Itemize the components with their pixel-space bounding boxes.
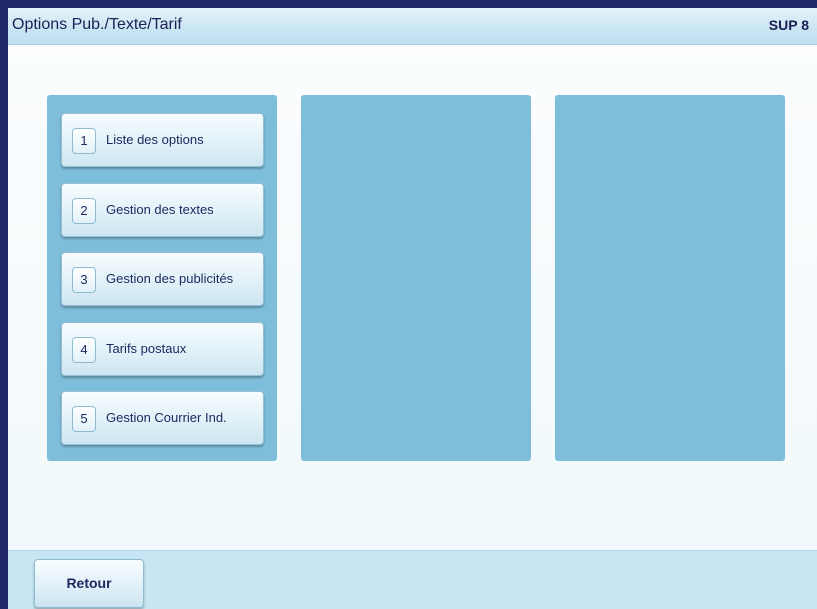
menu-button-label: Gestion Courrier Ind. [106, 410, 227, 425]
screen-code: SUP 8 [768, 17, 809, 33]
menu-button-label: Gestion des publicités [106, 271, 234, 286]
empty-panel-right [555, 95, 785, 461]
empty-panel-middle [301, 95, 531, 461]
screen: Options Pub./Texte/Tarif SUP 8 1 Liste d… [8, 8, 817, 609]
page-title: Options Pub./Texte/Tarif [12, 16, 182, 33]
menu-button-label: Tarifs postaux [106, 341, 187, 356]
menu-button-gestion-des-textes[interactable]: 2 Gestion des textes [61, 183, 264, 237]
menu-button-tarifs-postaux[interactable]: 4 Tarifs postaux [61, 322, 264, 376]
menu-number-badge: 4 [72, 337, 96, 363]
menu-button-gestion-des-publicites[interactable]: 3 Gestion des publicités [61, 252, 264, 306]
main-content: 1 Liste des options 2 Gestion des textes… [8, 45, 817, 550]
menu-button-liste-des-options[interactable]: 1 Liste des options [61, 113, 264, 167]
menu-number-badge: 5 [72, 406, 96, 432]
menu-number-badge: 2 [72, 198, 96, 224]
menu-button-label: Liste des options [106, 132, 204, 147]
menu-button-label: Gestion des textes [106, 202, 214, 217]
menu-panel: 1 Liste des options 2 Gestion des textes… [47, 95, 277, 461]
menu-number-badge: 3 [72, 267, 96, 293]
device-frame: Options Pub./Texte/Tarif SUP 8 1 Liste d… [0, 0, 817, 609]
menu-number-badge: 1 [72, 128, 96, 154]
title-bar: Options Pub./Texte/Tarif SUP 8 [8, 8, 817, 45]
footer-bar: Retour [8, 550, 817, 609]
menu-button-gestion-courrier-ind[interactable]: 5 Gestion Courrier Ind. [61, 391, 264, 445]
back-button[interactable]: Retour [34, 559, 144, 608]
